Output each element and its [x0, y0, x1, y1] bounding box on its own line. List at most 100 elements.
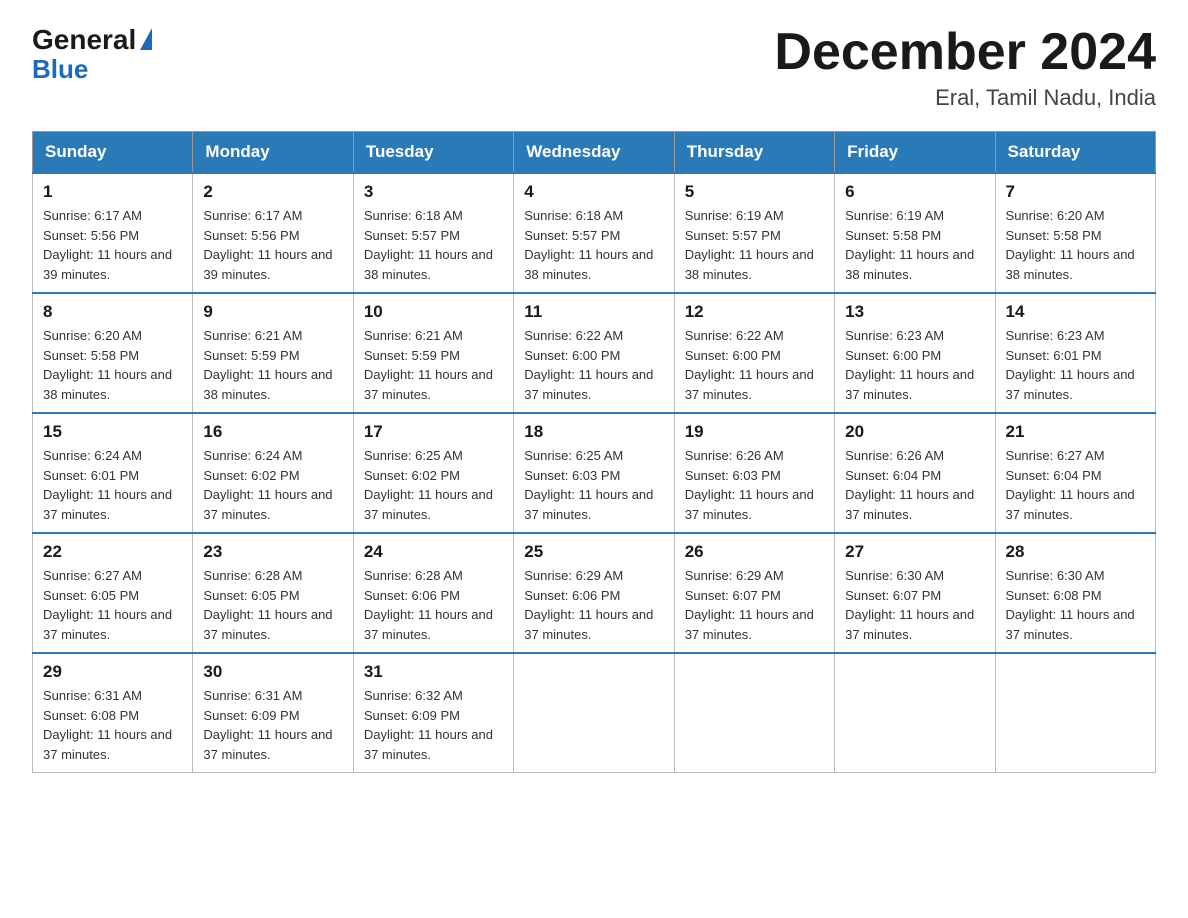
day-number: 20 [845, 422, 984, 442]
day-number: 1 [43, 182, 182, 202]
calendar-cell: 17 Sunrise: 6:25 AMSunset: 6:02 PMDayligh… [353, 413, 513, 533]
page-title: December 2024 [774, 24, 1156, 81]
calendar-cell: 13Sunrise: 6:23 AMSunset: 6:00 PMDayligh… [835, 293, 995, 413]
day-number: 27 [845, 542, 984, 562]
day-number: 6 [845, 182, 984, 202]
calendar-cell: 8 Sunrise: 6:20 AMSunset: 5:58 PMDaylight… [33, 293, 193, 413]
calendar-cell: 20 Sunrise: 6:26 AMSunset: 6:04 PMDayligh… [835, 413, 995, 533]
calendar-cell [835, 653, 995, 773]
day-info: Sunrise: 6:21 AMSunset: 5:59 PMDaylight:… [203, 326, 342, 404]
calendar-cell: 31 Sunrise: 6:32 AMSunset: 6:09 PMDayligh… [353, 653, 513, 773]
calendar-week-row: 8 Sunrise: 6:20 AMSunset: 5:58 PMDaylight… [33, 293, 1156, 413]
day-info: Sunrise: 6:28 AMSunset: 6:06 PMDaylight:… [364, 566, 503, 644]
day-number: 24 [364, 542, 503, 562]
day-number: 25 [524, 542, 663, 562]
calendar-cell [514, 653, 674, 773]
weekday-header-thursday: Thursday [674, 132, 834, 174]
weekday-header-row: SundayMondayTuesdayWednesdayThursdayFrid… [33, 132, 1156, 174]
day-number: 28 [1006, 542, 1145, 562]
day-info: Sunrise: 6:32 AMSunset: 6:09 PMDaylight:… [364, 686, 503, 764]
day-number: 8 [43, 302, 182, 322]
day-info: Sunrise: 6:21 AMSunset: 5:59 PMDaylight:… [364, 326, 503, 404]
calendar-cell: 12 Sunrise: 6:22 AMSunset: 6:00 PMDayligh… [674, 293, 834, 413]
calendar-cell: 28 Sunrise: 6:30 AMSunset: 6:08 PMDayligh… [995, 533, 1155, 653]
calendar-cell: 26 Sunrise: 6:29 AMSunset: 6:07 PMDayligh… [674, 533, 834, 653]
day-number: 19 [685, 422, 824, 442]
calendar-week-row: 29Sunrise: 6:31 AMSunset: 6:08 PMDayligh… [33, 653, 1156, 773]
day-info: Sunrise: 6:20 AMSunset: 5:58 PMDaylight:… [1006, 206, 1145, 284]
day-number: 26 [685, 542, 824, 562]
day-number: 5 [685, 182, 824, 202]
day-info: Sunrise: 6:29 AMSunset: 6:06 PMDaylight:… [524, 566, 663, 644]
calendar-cell: 3 Sunrise: 6:18 AMSunset: 5:57 PMDaylight… [353, 173, 513, 293]
title-area: December 2024 Eral, Tamil Nadu, India [774, 24, 1156, 111]
calendar-cell: 27 Sunrise: 6:30 AMSunset: 6:07 PMDayligh… [835, 533, 995, 653]
day-info: Sunrise: 6:24 AMSunset: 6:01 PMDaylight:… [43, 446, 182, 524]
header: General Blue December 2024 Eral, Tamil N… [32, 24, 1156, 111]
calendar-cell: 10 Sunrise: 6:21 AMSunset: 5:59 PMDayligh… [353, 293, 513, 413]
weekday-header-wednesday: Wednesday [514, 132, 674, 174]
calendar-cell: 2Sunrise: 6:17 AMSunset: 5:56 PMDaylight… [193, 173, 353, 293]
calendar-cell: 23 Sunrise: 6:28 AMSunset: 6:05 PMDayligh… [193, 533, 353, 653]
calendar-cell: 1 Sunrise: 6:17 AMSunset: 5:56 PMDaylight… [33, 173, 193, 293]
day-number: 17 [364, 422, 503, 442]
logo-arrow-icon [140, 28, 152, 50]
day-info: Sunrise: 6:30 AMSunset: 6:08 PMDaylight:… [1006, 566, 1145, 644]
calendar-cell: 11 Sunrise: 6:22 AMSunset: 6:00 PMDayligh… [514, 293, 674, 413]
day-number: 11 [524, 302, 663, 322]
day-info: Sunrise: 6:22 AMSunset: 6:00 PMDaylight:… [685, 326, 824, 404]
calendar-week-row: 22Sunrise: 6:27 AMSunset: 6:05 PMDayligh… [33, 533, 1156, 653]
logo-general-text: General [32, 24, 136, 56]
calendar-week-row: 15 Sunrise: 6:24 AMSunset: 6:01 PMDayligh… [33, 413, 1156, 533]
day-info: Sunrise: 6:28 AMSunset: 6:05 PMDaylight:… [203, 566, 342, 644]
day-info: Sunrise: 6:18 AMSunset: 5:57 PMDaylight:… [364, 206, 503, 284]
calendar-cell: 25 Sunrise: 6:29 AMSunset: 6:06 PMDayligh… [514, 533, 674, 653]
day-number: 15 [43, 422, 182, 442]
day-number: 23 [203, 542, 342, 562]
day-info: Sunrise: 6:26 AMSunset: 6:03 PMDaylight:… [685, 446, 824, 524]
day-info: Sunrise: 6:27 AMSunset: 6:04 PMDaylight:… [1006, 446, 1145, 524]
calendar-cell [995, 653, 1155, 773]
day-info: Sunrise: 6:17 AMSunset: 5:56 PMDaylight:… [43, 206, 182, 284]
calendar-table: SundayMondayTuesdayWednesdayThursdayFrid… [32, 131, 1156, 773]
day-info: Sunrise: 6:29 AMSunset: 6:07 PMDaylight:… [685, 566, 824, 644]
calendar-cell: 22Sunrise: 6:27 AMSunset: 6:05 PMDayligh… [33, 533, 193, 653]
logo: General Blue [32, 24, 152, 85]
calendar-cell: 19 Sunrise: 6:26 AMSunset: 6:03 PMDayligh… [674, 413, 834, 533]
weekday-header-monday: Monday [193, 132, 353, 174]
calendar-cell: 29Sunrise: 6:31 AMSunset: 6:08 PMDayligh… [33, 653, 193, 773]
calendar-cell: 14Sunrise: 6:23 AMSunset: 6:01 PMDayligh… [995, 293, 1155, 413]
day-info: Sunrise: 6:24 AMSunset: 6:02 PMDaylight:… [203, 446, 342, 524]
calendar-cell: 18Sunrise: 6:25 AMSunset: 6:03 PMDayligh… [514, 413, 674, 533]
day-info: Sunrise: 6:19 AMSunset: 5:58 PMDaylight:… [845, 206, 984, 284]
calendar-cell: 5Sunrise: 6:19 AMSunset: 5:57 PMDaylight… [674, 173, 834, 293]
day-info: Sunrise: 6:25 AMSunset: 6:02 PMDaylight:… [364, 446, 503, 524]
calendar-cell: 30 Sunrise: 6:31 AMSunset: 6:09 PMDayligh… [193, 653, 353, 773]
page-subtitle: Eral, Tamil Nadu, India [774, 85, 1156, 111]
day-info: Sunrise: 6:27 AMSunset: 6:05 PMDaylight:… [43, 566, 182, 644]
weekday-header-friday: Friday [835, 132, 995, 174]
day-info: Sunrise: 6:25 AMSunset: 6:03 PMDaylight:… [524, 446, 663, 524]
weekday-header-sunday: Sunday [33, 132, 193, 174]
day-info: Sunrise: 6:30 AMSunset: 6:07 PMDaylight:… [845, 566, 984, 644]
day-number: 12 [685, 302, 824, 322]
calendar-cell: 16Sunrise: 6:24 AMSunset: 6:02 PMDayligh… [193, 413, 353, 533]
day-info: Sunrise: 6:20 AMSunset: 5:58 PMDaylight:… [43, 326, 182, 404]
day-info: Sunrise: 6:23 AMSunset: 6:00 PMDaylight:… [845, 326, 984, 404]
day-info: Sunrise: 6:31 AMSunset: 6:09 PMDaylight:… [203, 686, 342, 764]
day-info: Sunrise: 6:23 AMSunset: 6:01 PMDaylight:… [1006, 326, 1145, 404]
day-number: 30 [203, 662, 342, 682]
day-info: Sunrise: 6:26 AMSunset: 6:04 PMDaylight:… [845, 446, 984, 524]
day-number: 3 [364, 182, 503, 202]
day-number: 7 [1006, 182, 1145, 202]
calendar-cell: 7 Sunrise: 6:20 AMSunset: 5:58 PMDaylight… [995, 173, 1155, 293]
day-number: 31 [364, 662, 503, 682]
calendar-cell: 15 Sunrise: 6:24 AMSunset: 6:01 PMDayligh… [33, 413, 193, 533]
weekday-header-saturday: Saturday [995, 132, 1155, 174]
day-number: 21 [1006, 422, 1145, 442]
day-number: 10 [364, 302, 503, 322]
calendar-cell: 6 Sunrise: 6:19 AMSunset: 5:58 PMDaylight… [835, 173, 995, 293]
logo-blue-text: Blue [32, 54, 152, 85]
day-info: Sunrise: 6:22 AMSunset: 6:00 PMDaylight:… [524, 326, 663, 404]
calendar-cell: 24 Sunrise: 6:28 AMSunset: 6:06 PMDayligh… [353, 533, 513, 653]
